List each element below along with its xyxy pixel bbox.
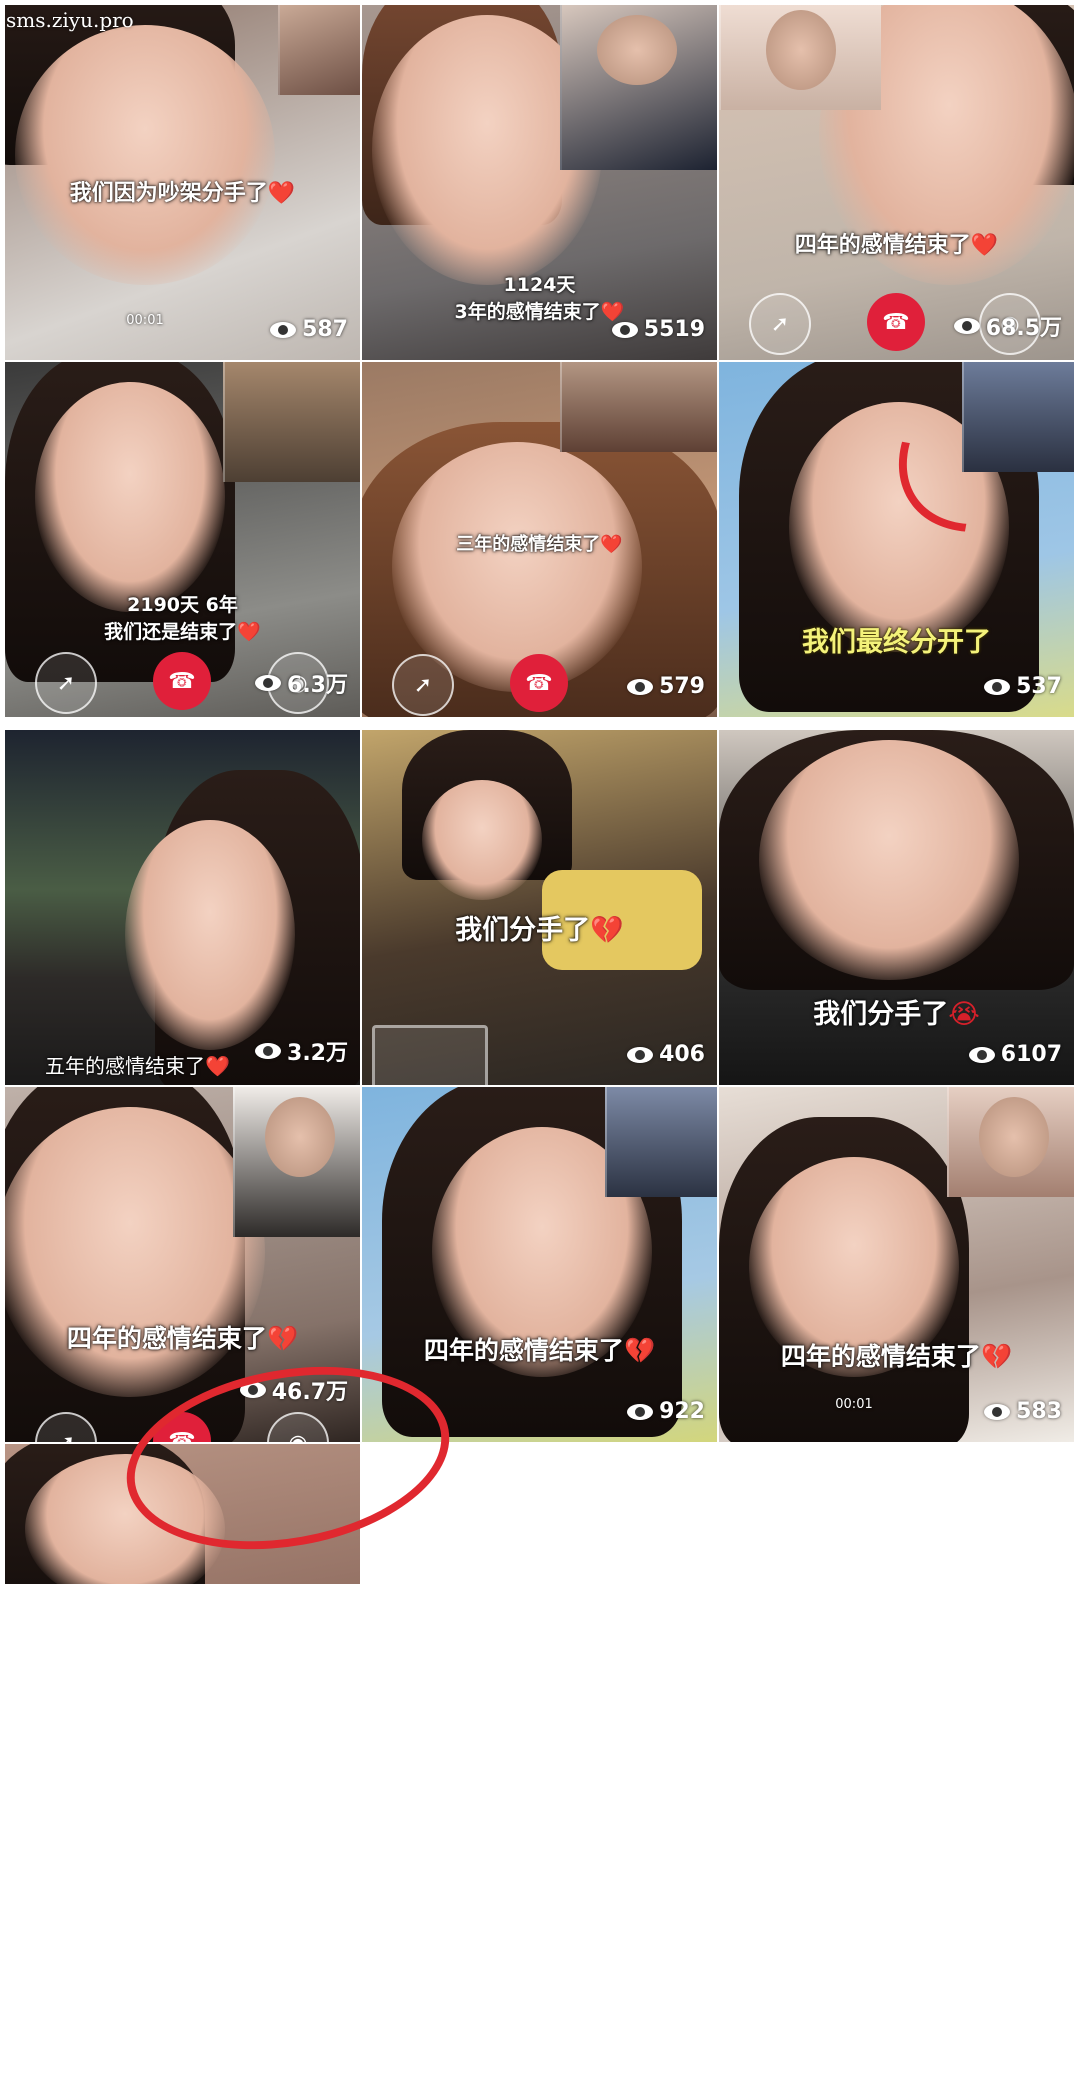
speaker-icon: ➚ xyxy=(770,311,790,337)
video-tile-1[interactable]: 我们因为吵架分手了❤️ 00:01 587 xyxy=(5,5,360,360)
heart-icon: 💔 xyxy=(623,1336,656,1365)
tile-caption: 2190天 6年 我们还是结束了❤️ xyxy=(104,594,261,643)
view-count: 922 xyxy=(627,1399,705,1424)
eye-icon xyxy=(984,1403,1011,1420)
view-count: 406 xyxy=(627,1042,705,1067)
tile-caption: 我们因为吵架分手了❤️ xyxy=(69,181,296,206)
phone-hangup-icon: ☎ xyxy=(882,309,910,335)
view-count: 587 xyxy=(270,317,348,342)
tile-caption: 我们最终分开了 xyxy=(802,627,991,658)
tile-caption: 四年的感情结束了💔 xyxy=(423,1336,656,1365)
video-tile-8[interactable]: 我们分手了💔 406 xyxy=(362,730,717,1085)
eye-icon xyxy=(255,675,282,691)
view-count: 583 xyxy=(984,1399,1062,1424)
video-tile-9[interactable]: 我们分手了😭 6107 xyxy=(719,730,1074,1085)
eye-icon xyxy=(627,1046,654,1063)
speaker-icon: ➚ xyxy=(56,670,76,696)
tile-caption: 四年的感情结束了💔 xyxy=(780,1342,1013,1371)
heart-icon: ❤️ xyxy=(237,621,261,643)
eye-icon xyxy=(611,321,638,338)
phone-hangup-icon: ☎ xyxy=(168,668,196,694)
tile-caption: 我们分手了😭 xyxy=(813,999,980,1030)
view-count: 68.5万 xyxy=(953,310,1062,342)
heart-icon: ❤️ xyxy=(970,233,999,258)
speaker-icon: ➚ xyxy=(413,672,433,698)
video-tile-7[interactable]: 五年的感情结束了❤️ 3.2万 xyxy=(5,730,360,1085)
tile-caption: 1124天 3年的感情结束了❤️ xyxy=(454,274,625,323)
watermark: sms.ziyu.pro xyxy=(6,8,134,32)
view-count: 579 xyxy=(627,674,705,699)
video-tile-4[interactable]: 2190天 6年 我们还是结束了❤️ ➚ ☎ ◉ 6.3万 xyxy=(5,362,360,717)
phone-hangup-icon: ☎ xyxy=(525,670,553,696)
view-count: 6107 xyxy=(968,1042,1062,1067)
eye-icon xyxy=(984,678,1011,695)
view-count: 3.2万 xyxy=(255,1035,348,1067)
heart-icon: 💔 xyxy=(980,1342,1013,1371)
hangup-button[interactable]: ☎ xyxy=(867,293,925,351)
tile-caption: 我们分手了💔 xyxy=(455,915,624,946)
heart-icon: 💔 xyxy=(266,1324,299,1353)
view-count: 537 xyxy=(984,674,1062,699)
tile-caption: 四年的感情结束了💔 xyxy=(66,1324,299,1353)
video-tile-12[interactable]: 四年的感情结束了💔 00:01 583 xyxy=(719,1087,1074,1442)
eye-icon xyxy=(627,1403,654,1420)
video-tile-2[interactable]: 1124天 3年的感情结束了❤️ 5519 xyxy=(362,5,717,360)
speaker-button[interactable]: ➚ xyxy=(392,654,454,716)
speaker-button[interactable]: ➚ xyxy=(749,293,811,355)
heart-icon: ❤️ xyxy=(205,1054,230,1078)
heart-icon: ❤️ xyxy=(267,181,296,206)
eye-icon xyxy=(953,318,980,334)
view-count: 5519 xyxy=(611,317,705,342)
hangup-button[interactable]: ☎ xyxy=(510,654,568,712)
eye-icon xyxy=(968,1046,995,1063)
call-timer: 00:01 xyxy=(126,313,164,328)
eye-icon xyxy=(627,678,654,695)
tile-caption: 三年的感情结束了❤️ xyxy=(456,534,623,555)
heart-icon: ❤️ xyxy=(600,534,623,555)
heart-icon: 💔 xyxy=(590,915,624,946)
eye-icon xyxy=(255,1043,282,1059)
video-tile-3[interactable]: 四年的感情结束了❤️ ➚ ☎ ◉ 68.5万 xyxy=(719,5,1074,360)
call-timer: 00:01 xyxy=(835,1397,873,1412)
hangup-button[interactable]: ☎ xyxy=(153,652,211,710)
tile-caption: 四年的感情结束了❤️ xyxy=(794,233,999,258)
speaker-button[interactable]: ➚ xyxy=(35,652,97,714)
eye-icon xyxy=(270,321,297,338)
crying-emoji-icon: 😭 xyxy=(948,999,980,1030)
speaker-icon: ➚ xyxy=(57,1431,75,1443)
glass xyxy=(372,1025,488,1085)
video-tile-5[interactable]: 三年的感情结束了❤️ ➚ ☎ 579 xyxy=(362,362,717,717)
view-count: 6.3万 xyxy=(255,667,348,699)
